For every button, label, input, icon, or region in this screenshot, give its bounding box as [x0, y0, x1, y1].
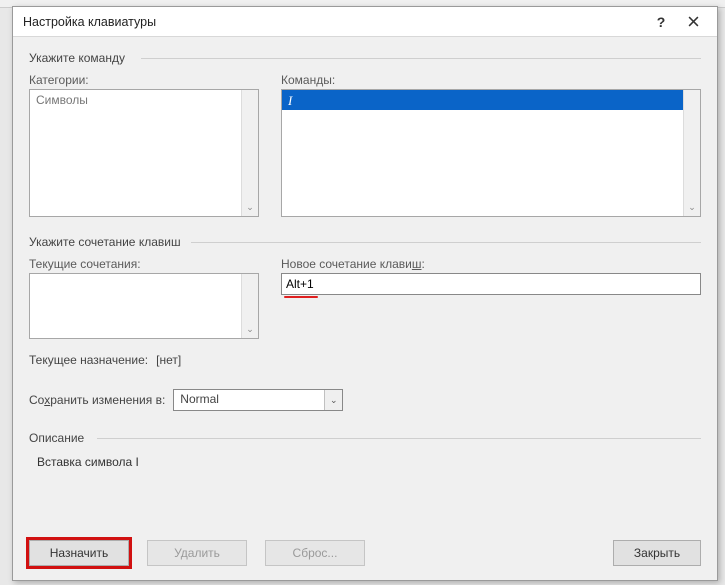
save-changes-select[interactable]: Normal ⌄ — [173, 389, 343, 411]
chevron-down-icon[interactable]: ⌄ — [242, 321, 258, 338]
reset-button: Сброс... — [265, 540, 365, 566]
save-changes-value: Normal — [173, 389, 343, 411]
section-specify-shortcut: Укажите сочетание клавиш — [29, 235, 701, 249]
section-specify-command: Укажите команду — [29, 51, 701, 65]
current-assignment-value: [нет] — [156, 353, 181, 367]
dialog-body: Укажите команду Категории: Символы ⌄ Ком… — [13, 37, 717, 580]
save-changes-row: Сохранить изменения в: Normal ⌄ — [29, 389, 701, 411]
help-button[interactable]: ? — [645, 8, 677, 36]
save-changes-label: Сохранить изменения в: — [29, 393, 165, 407]
chevron-down-icon[interactable]: ⌄ — [684, 199, 700, 216]
section-specify-shortcut-label: Укажите сочетание клавиш — [29, 235, 181, 249]
chevron-down-icon[interactable]: ⌄ — [324, 390, 342, 410]
dialog-button-row: Назначить Удалить Сброс... Закрыть — [29, 540, 701, 566]
list-item[interactable]: Символы — [30, 90, 258, 110]
commands-label: Команды: — [281, 73, 701, 87]
scrollbar[interactable]: ⌄ — [683, 90, 700, 216]
categories-label: Категории: — [29, 73, 259, 87]
titlebar: Настройка клавиатуры ? — [13, 7, 717, 37]
new-shortcut-input[interactable] — [281, 273, 701, 295]
description-text: Вставка символа I — [37, 455, 701, 469]
description-label: Описание — [29, 431, 84, 445]
keyboard-customize-dialog: Настройка клавиатуры ? Укажите команду К… — [12, 6, 718, 581]
current-assignment-row: Текущее назначение: [нет] — [29, 353, 701, 367]
delete-button: Удалить — [147, 540, 247, 566]
current-shortcuts-listbox[interactable]: ⌄ — [29, 273, 259, 339]
symbol-glyph: I — [288, 93, 292, 108]
chevron-down-icon[interactable]: ⌄ — [242, 199, 258, 216]
categories-listbox[interactable]: Символы ⌄ — [29, 89, 259, 217]
list-item[interactable]: I — [282, 90, 700, 110]
scrollbar[interactable]: ⌄ — [241, 90, 258, 216]
scrollbar[interactable]: ⌄ — [241, 274, 258, 338]
dialog-title: Настройка клавиатуры — [23, 15, 645, 29]
current-shortcuts-label: Текущие сочетания: — [29, 257, 259, 271]
close-button[interactable]: Закрыть — [613, 540, 701, 566]
section-specify-command-label: Укажите команду — [29, 51, 125, 65]
current-assignment-label: Текущее назначение: — [29, 353, 148, 367]
section-description: Описание — [29, 431, 701, 445]
assign-button[interactable]: Назначить — [29, 540, 129, 566]
new-shortcut-label: Новое сочетание клавиш: — [281, 257, 701, 271]
close-icon[interactable] — [677, 8, 709, 36]
commands-listbox[interactable]: I ⌄ — [281, 89, 701, 217]
